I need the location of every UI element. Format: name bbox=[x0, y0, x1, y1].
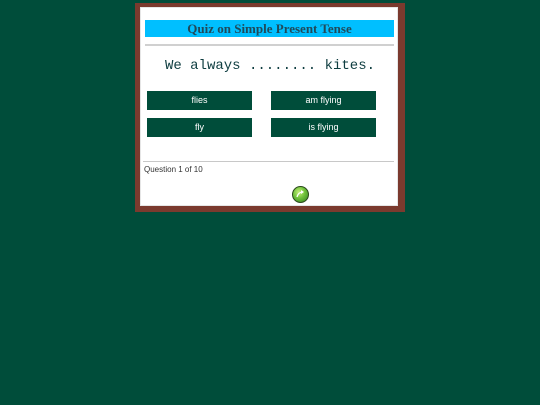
next-button[interactable] bbox=[292, 186, 309, 203]
quiz-panel: Quiz on Simple Present Tense We always .… bbox=[140, 7, 398, 206]
footer-divider bbox=[143, 161, 394, 162]
quiz-frame: Quiz on Simple Present Tense We always .… bbox=[135, 3, 405, 212]
answer-button-4[interactable]: is flying bbox=[271, 118, 376, 137]
answer-button-1[interactable]: flies bbox=[147, 91, 252, 110]
title-divider bbox=[145, 44, 394, 46]
answer-button-2[interactable]: am flying bbox=[271, 91, 376, 110]
question-progress: Question 1 of 10 bbox=[144, 165, 203, 174]
answer-button-3[interactable]: fly bbox=[147, 118, 252, 137]
quiz-title: Quiz on Simple Present Tense bbox=[145, 20, 394, 37]
question-text: We always ........ kites. bbox=[164, 58, 376, 74]
next-arrow-icon bbox=[296, 190, 304, 198]
